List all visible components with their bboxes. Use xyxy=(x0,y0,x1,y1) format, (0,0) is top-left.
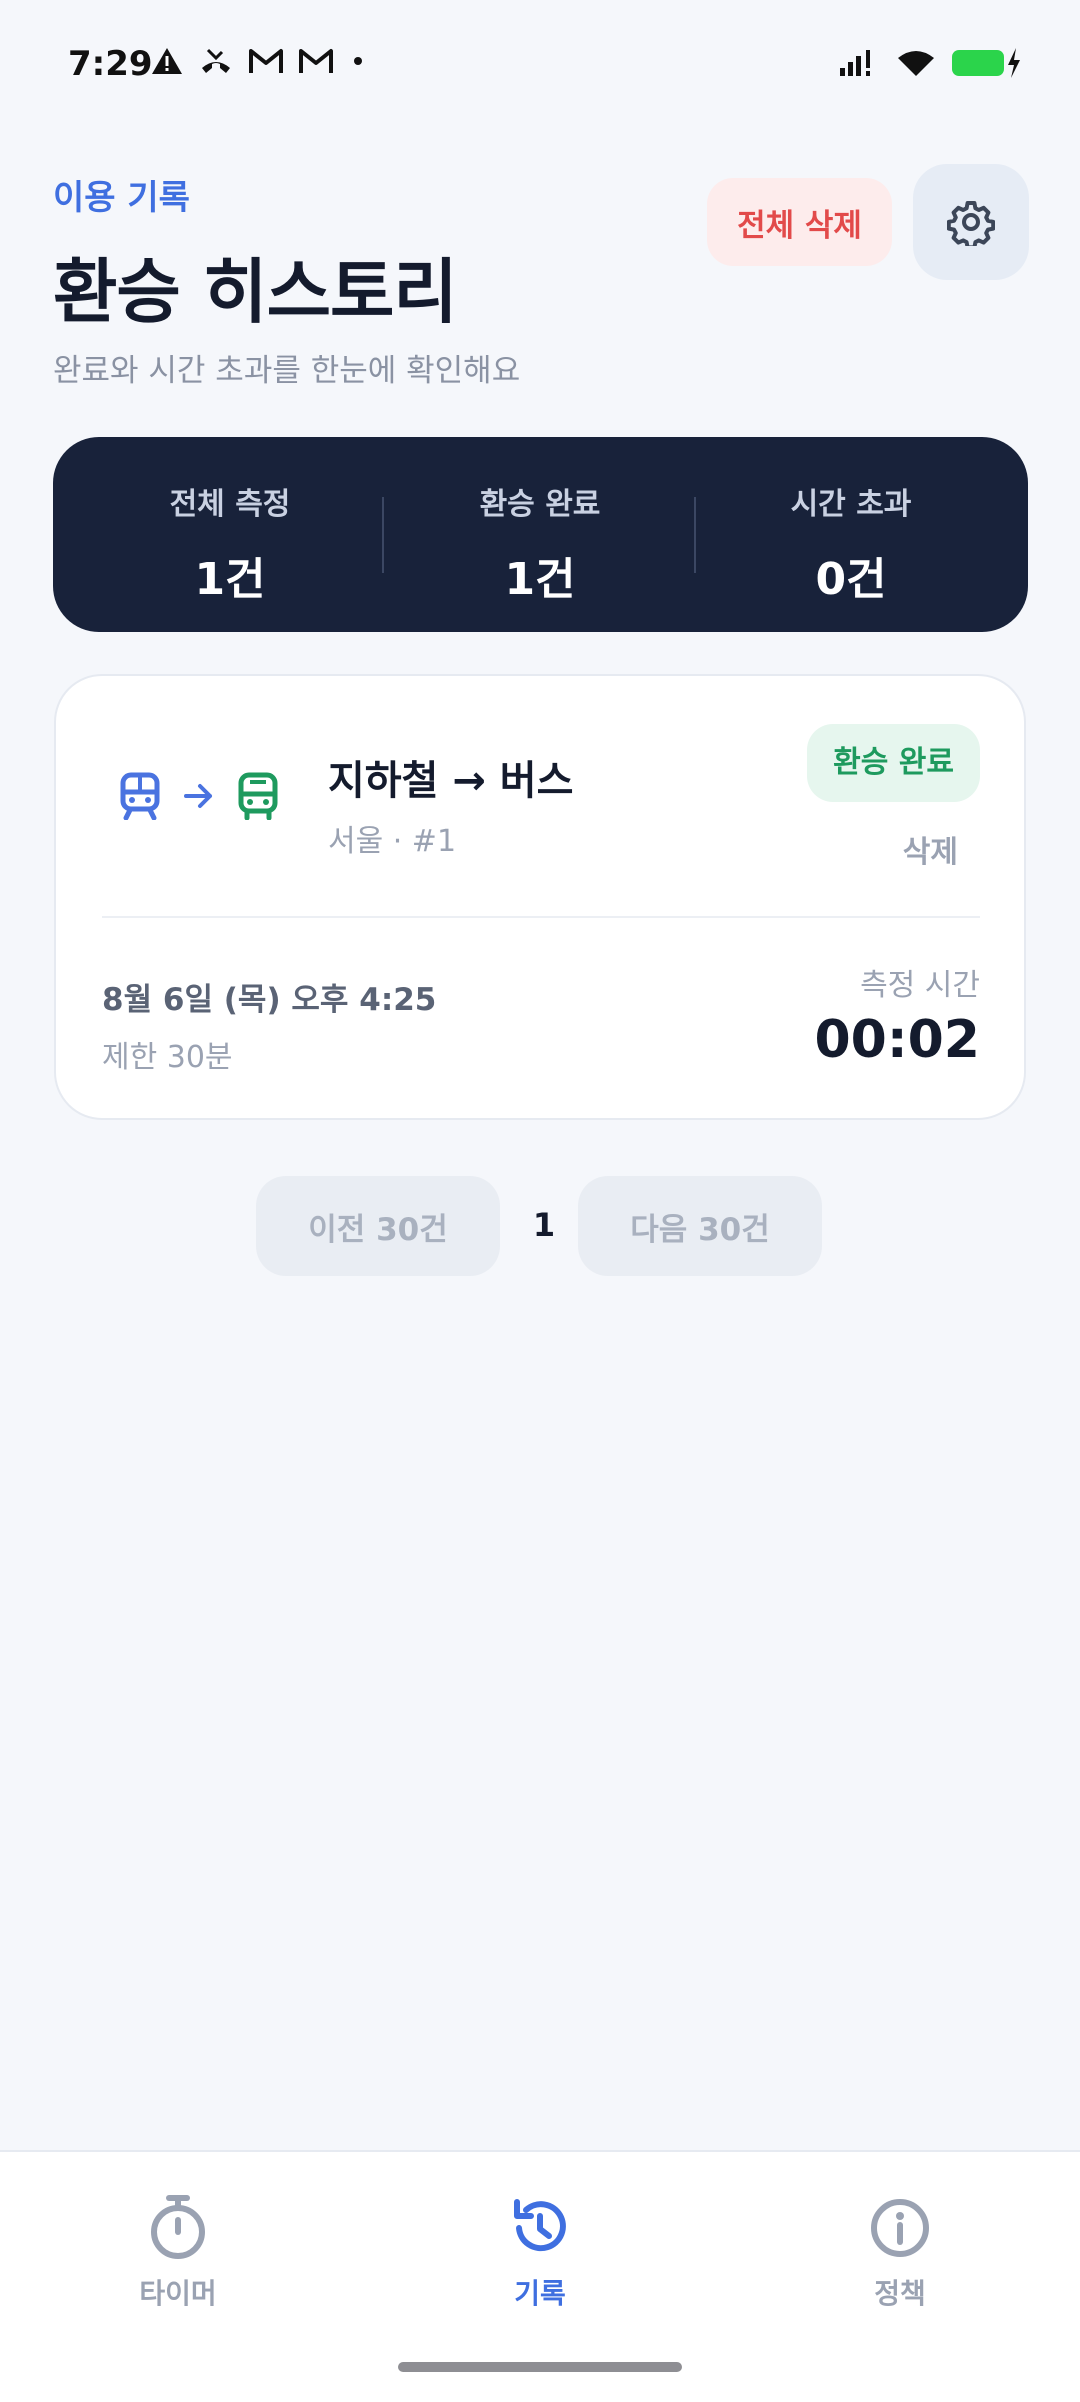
summary-value: 1건 xyxy=(504,554,576,605)
wifi-icon xyxy=(898,51,934,76)
stopwatch-icon xyxy=(151,2195,205,2259)
record-card[interactable]: 지하철 → 버스 서울 · #1 환승 완료 삭제 8월 6일 (목) 오후 4… xyxy=(54,674,1026,1120)
info-icon xyxy=(871,2199,929,2257)
status-badge: 환승 완료 xyxy=(807,724,980,802)
record-date: 8월 6일 (목) 오후 4:25 xyxy=(102,982,437,1018)
gear-icon xyxy=(947,201,995,246)
notification-icons xyxy=(150,46,368,76)
missed-call-icon xyxy=(202,48,230,73)
summary-value: 1건 xyxy=(194,554,266,605)
summary-total: 전체 측정 1건 xyxy=(75,479,385,607)
nav-label: 기록 xyxy=(514,2277,566,2310)
nav-label: 타이머 xyxy=(139,2277,217,2310)
nav-item-timer[interactable]: 타이머 xyxy=(78,2192,278,2312)
page-subtitle: 완료와 시간 초과를 한눈에 확인해요 xyxy=(53,353,521,389)
card-divider xyxy=(102,916,980,918)
settings-button[interactable] xyxy=(913,164,1029,280)
bus-icon xyxy=(238,772,278,820)
gmail-icon xyxy=(299,49,333,73)
home-indicator[interactable] xyxy=(398,2362,682,2372)
warning-icon xyxy=(152,48,182,74)
next-page-button[interactable]: 다음 30건 xyxy=(578,1176,822,1276)
summary-timeout: 시간 초과 0건 xyxy=(696,479,1006,607)
route-icons xyxy=(118,772,280,820)
more-notifications-dot-icon xyxy=(354,57,362,65)
summary-divider xyxy=(382,497,384,573)
subway-icon xyxy=(120,772,160,820)
signal-icon xyxy=(840,50,870,76)
status-bar: 7:29 xyxy=(0,0,1080,130)
summary-card: 전체 측정 1건 환승 완료 1건 시간 초과 0건 xyxy=(53,437,1028,632)
status-time: 7:29 xyxy=(68,44,153,84)
route-subtitle: 서울 · #1 xyxy=(328,824,457,859)
gmail-icon xyxy=(249,49,283,73)
system-icons xyxy=(838,48,1020,78)
charging-icon xyxy=(1008,48,1020,78)
measure-time-value: 00:02 xyxy=(814,1010,980,1070)
summary-label: 시간 초과 xyxy=(790,487,912,522)
pagination: 이전 30건 1 다음 30건 xyxy=(256,1176,826,1276)
prev-page-button[interactable]: 이전 30건 xyxy=(256,1176,500,1276)
battery-icon xyxy=(952,48,1020,78)
nav-item-policy[interactable]: 정책 xyxy=(800,2192,1000,2312)
summary-label: 환승 완료 xyxy=(479,487,601,522)
record-limit: 제한 30분 xyxy=(102,1040,233,1075)
route-title: 지하철 → 버스 xyxy=(328,758,574,804)
summary-label: 전체 측정 xyxy=(169,487,291,522)
delete-all-button[interactable]: 전체 삭제 xyxy=(707,178,892,266)
page-eyebrow: 이용 기록 xyxy=(53,178,190,218)
arrow-right-icon xyxy=(184,784,212,808)
summary-value: 0건 xyxy=(815,554,887,605)
summary-completed: 환승 완료 1건 xyxy=(385,479,695,607)
page-title: 환승 히스토리 xyxy=(53,251,458,333)
current-page: 1 xyxy=(532,1206,556,1244)
nav-label: 정책 xyxy=(874,2277,926,2310)
delete-record-button[interactable]: 삭제 xyxy=(897,826,964,872)
nav-item-history[interactable]: 기록 xyxy=(440,2192,640,2312)
measure-time-label: 측정 시간 xyxy=(860,968,980,1003)
history-icon xyxy=(514,2199,566,2252)
